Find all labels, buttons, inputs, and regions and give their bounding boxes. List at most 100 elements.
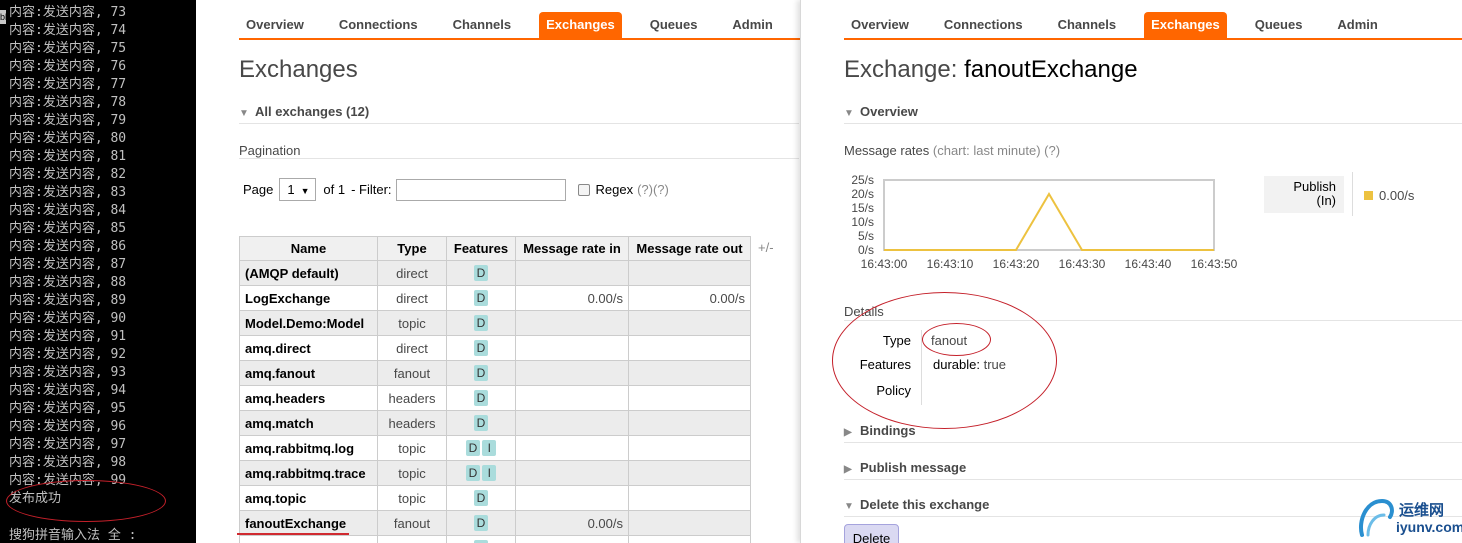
exchange-type: headers: [377, 410, 447, 436]
tab-exchanges[interactable]: Exchanges: [1144, 12, 1227, 38]
console-line: 内容:发送内容, 81: [9, 149, 127, 164]
page-label: Page: [243, 182, 274, 197]
watermark-line2: iyunv.com: [1396, 519, 1462, 535]
overview-section-toggle[interactable]: ▼ Overview: [844, 100, 1462, 124]
delete-button[interactable]: Delete: [844, 524, 899, 543]
column-header-type[interactable]: Type: [377, 236, 447, 261]
main-nav: Overview Connections Channels Exchanges Queu…: [239, 12, 800, 40]
table-row[interactable]: amq.rabbitmq.log topic D I: [239, 435, 751, 461]
tab-channels[interactable]: Channels: [1051, 12, 1124, 38]
exchange-features: D: [446, 335, 516, 361]
collapse-arrow-icon: ▼: [239, 108, 249, 119]
exchange-name-link[interactable]: amq.match: [239, 410, 378, 436]
regex-checkbox[interactable]: [577, 183, 590, 196]
exchange-name-link[interactable]: amq.rabbitmq.trace: [239, 460, 378, 486]
console-window: bl 内容:发送内容, 73 内容:发送内容, 74 内容:发送内容, 75 内容:发…: [0, 0, 196, 543]
tab-queues[interactable]: Queues: [1248, 12, 1310, 38]
rate-out-cell: [628, 435, 751, 461]
table-row[interactable]: amq.topic topic D: [239, 485, 751, 511]
console-line: 内容:发送内容, 77: [9, 77, 127, 92]
feature-badge: D: [473, 415, 489, 431]
exchange-name-link[interactable]: amq.rabbitmq.log: [239, 435, 378, 461]
table-row[interactable]: Model.Demo:Model topic D: [239, 310, 751, 336]
exchange-name-link[interactable]: fanoutExchange: [239, 510, 378, 536]
console-line: 内容:发送内容, 85: [9, 221, 127, 236]
exchange-features: D: [446, 360, 516, 386]
collapse-arrow-icon: ▼: [844, 108, 854, 119]
exchange-name-link[interactable]: (AMQP default): [239, 260, 378, 286]
tab-admin[interactable]: Admin: [725, 12, 779, 38]
tab-queues[interactable]: Queues: [643, 12, 705, 38]
table-row[interactable]: amq.direct direct D: [239, 335, 751, 361]
exchange-name-link[interactable]: amq.headers: [239, 385, 378, 411]
legend-label-line2: (In): [1316, 193, 1337, 208]
page-select[interactable]: 1 ▼: [279, 178, 317, 201]
columns-toggle[interactable]: +/-: [758, 240, 774, 255]
tab-admin[interactable]: Admin: [1330, 12, 1384, 38]
legend-rate: 0.00/s: [1379, 188, 1415, 203]
console-edge-label: bl: [0, 10, 8, 24]
watermark-line1: 运维网: [1399, 502, 1445, 519]
console-line: 内容:发送内容, 79: [9, 113, 127, 128]
rates-note[interactable]: (chart: last minute) (?): [933, 143, 1060, 158]
exchange-name-link[interactable]: Model.Demo:Model: [239, 310, 378, 336]
tab-connections[interactable]: Connections: [332, 12, 425, 38]
exchange-name-link[interactable]: amq.direct: [239, 335, 378, 361]
exchanges-list-panel: Overview Connections Channels Exchanges Queu…: [196, 0, 800, 543]
rate-in-cell: [515, 460, 629, 486]
pagination-divider: [239, 158, 799, 159]
console-line: 内容:发送内容, 93: [9, 365, 127, 380]
x-tick-label: 16:43:40: [1125, 257, 1172, 271]
exchange-features: DI: [446, 435, 516, 461]
table-row[interactable]: LogExchange direct D 0.00/s 0.00/s: [239, 285, 751, 311]
exchange-title-prefix: Exchange:: [844, 56, 958, 83]
main-nav: Overview Connections Channels Exchanges Queu…: [844, 12, 1462, 40]
console-line: 内容:发送内容, 83: [9, 185, 127, 200]
exchange-name-link[interactable]: amq.topic: [239, 485, 378, 511]
all-exchanges-toggle[interactable]: ▼ All exchanges (12): [239, 100, 799, 124]
bindings-section-toggle[interactable]: ▶ Bindings: [844, 419, 1462, 443]
regex-help-link[interactable]: (?)(?): [637, 182, 669, 197]
feature-badge: I: [482, 440, 497, 456]
exchange-features: D: [446, 260, 516, 286]
console-line: 内容:发送内容, 75: [9, 41, 127, 56]
y-tick-label: 20/s: [851, 187, 874, 201]
exchange-type: headers: [377, 385, 447, 411]
exchange-name-link[interactable]: LogExchange: [239, 285, 378, 311]
column-header-rate-out[interactable]: Message rate out: [628, 236, 751, 261]
exchange-type: [377, 535, 447, 543]
legend-divider: [1352, 172, 1353, 216]
tab-overview[interactable]: Overview: [239, 12, 311, 38]
console-line: 内容:发送内容, 89: [9, 293, 127, 308]
tab-connections[interactable]: Connections: [937, 12, 1030, 38]
table-row[interactable]: D: [239, 535, 751, 543]
table-row[interactable]: amq.rabbitmq.trace topic D I: [239, 460, 751, 486]
exchange-features: D: [446, 510, 516, 536]
tab-exchanges[interactable]: Exchanges: [539, 12, 622, 38]
column-header-rate-in[interactable]: Message rate in: [515, 236, 629, 261]
table-row[interactable]: amq.match headers D: [239, 410, 751, 436]
rate-in-cell: [515, 385, 629, 411]
exchange-detail-panel: Overview Connections Channels Exchanges Queu…: [800, 0, 1462, 543]
x-tick-label: 16:43:10: [927, 257, 974, 271]
tab-channels[interactable]: Channels: [446, 12, 519, 38]
column-header-name[interactable]: Name: [239, 236, 378, 261]
y-tick-label: 10/s: [851, 215, 874, 229]
page-title: Exchanges: [239, 56, 358, 83]
regex-label: Regex: [595, 182, 634, 197]
table-row[interactable]: fanoutExchange fanout D 0.00/s: [239, 510, 751, 536]
publish-message-section-toggle[interactable]: ▶ Publish message: [844, 456, 1462, 480]
filter-input[interactable]: [395, 178, 566, 201]
tab-overview[interactable]: Overview: [844, 12, 916, 38]
column-header-features[interactable]: Features: [446, 236, 516, 261]
console-line: 内容:发送内容, 96: [9, 419, 127, 434]
rate-in-cell: 0.00/s: [515, 510, 629, 536]
exchange-name-link[interactable]: amq.fanout: [239, 360, 378, 386]
table-row[interactable]: (AMQP default) direct D: [239, 260, 751, 286]
rate-in-cell: [515, 535, 629, 543]
exchange-name-link[interactable]: [239, 535, 378, 543]
table-row[interactable]: amq.fanout fanout D: [239, 360, 751, 386]
table-row[interactable]: amq.headers headers D: [239, 385, 751, 411]
y-tick-label: 25/s: [851, 173, 874, 187]
rates-title: Message rates: [844, 143, 930, 158]
